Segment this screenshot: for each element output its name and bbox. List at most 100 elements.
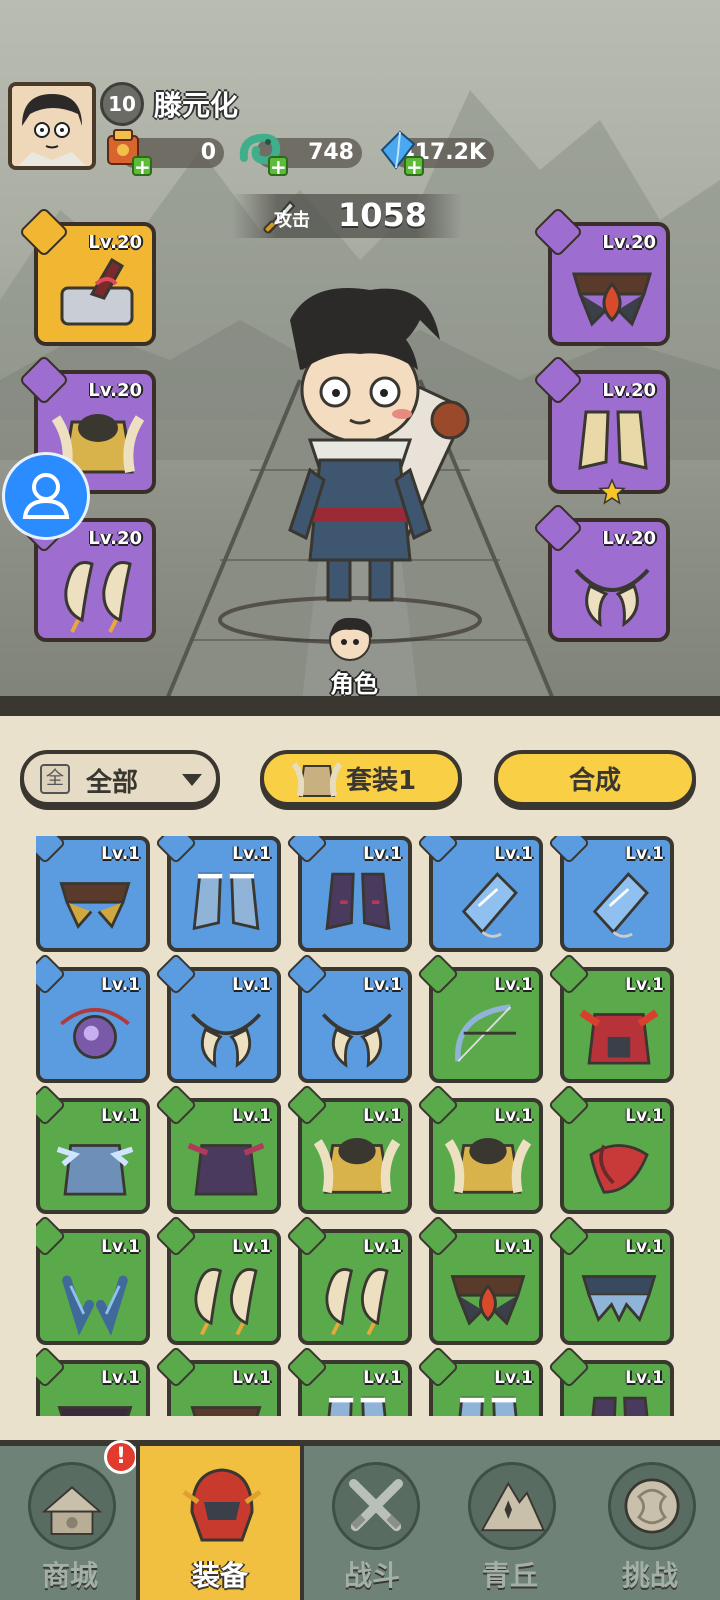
nav-shop[interactable]: ! 商城	[0, 1440, 140, 1600]
inventory-item[interactable]: Lv.1	[36, 1345, 150, 1416]
inventory-item[interactable]: Lv.1	[547, 1345, 674, 1416]
inventory-item[interactable]: Lv.1	[416, 1214, 543, 1345]
equip-slot-belt[interactable]: Lv.20	[532, 206, 670, 346]
inventory-item[interactable]: Lv.1	[154, 1083, 281, 1214]
inventory-grid: Lv.1 Lv.1 Lv.1 Lv.1 Lv.1 Lv.1 Lv.1 Lv.1 Lv.1 Lv.1…	[36, 836, 686, 1416]
inventory-item[interactable]: Lv.1	[547, 952, 674, 1083]
claw-gloves-icon	[325, 1268, 389, 1336]
inventory-item[interactable]: Lv.1	[36, 836, 150, 952]
item-type-icon	[547, 952, 591, 996]
item-type-icon	[285, 1083, 329, 1127]
resource-jade-value: 748	[308, 140, 354, 165]
equip-slot-boots[interactable]: Lv.20	[532, 354, 670, 505]
inventory-item[interactable]: Lv.1	[416, 1083, 543, 1214]
item-level: Lv.1	[625, 1368, 664, 1388]
inventory-item[interactable]: Lv.1	[547, 836, 674, 952]
equip-slot-necklace[interactable]: Lv.20	[532, 502, 670, 642]
inventory-item[interactable]: Lv.1	[154, 952, 281, 1083]
resource-crystal[interactable]: + 417.2K	[380, 130, 494, 177]
add-scrolls-button[interactable]: +	[132, 156, 152, 177]
role-portrait-icon	[329, 617, 373, 661]
item-level: Lv.1	[363, 1237, 402, 1257]
craft-button[interactable]: 合成	[494, 750, 696, 806]
item-type-icon	[285, 952, 329, 996]
item-type-icon	[547, 1214, 591, 1258]
challenge-orb-icon	[608, 1462, 696, 1550]
inventory-item[interactable]: Lv.1	[285, 1214, 412, 1345]
crystal-pendant-icon	[592, 872, 649, 938]
shadow-boots-icon	[591, 1396, 649, 1416]
inventory-item[interactable]: Lv.1	[154, 1214, 281, 1345]
inventory-item[interactable]: Lv.1	[154, 836, 281, 952]
attack-power: 攻击 1058	[232, 194, 462, 238]
inventory-item[interactable]: Lv.1	[547, 1214, 674, 1345]
fang-necklace-icon	[574, 568, 650, 628]
inventory-item[interactable]: Lv.1	[285, 836, 412, 952]
item-type-icon	[416, 1345, 460, 1389]
inventory-item[interactable]: Lv.1	[36, 1214, 150, 1345]
frost-boots-icon	[327, 1396, 387, 1416]
nav-qingqiu[interactable]: 青丘	[440, 1446, 580, 1600]
item-type-icon	[285, 1345, 329, 1389]
equip-level: Lv.20	[88, 380, 142, 401]
armor-set-icon	[292, 762, 342, 797]
scene-divider	[0, 696, 720, 716]
nav-label: 青丘	[481, 1559, 538, 1592]
equip-level: Lv.20	[602, 232, 656, 253]
add-crystal-button[interactable]: +	[404, 156, 424, 177]
bow-icon	[455, 1004, 517, 1062]
frost-belt-icon	[581, 1275, 657, 1323]
inventory-item[interactable]: Lv.1	[416, 1345, 543, 1416]
claw-gloves-icon	[194, 1268, 258, 1336]
craft-button-label: 合成	[568, 765, 621, 796]
inventory-item[interactable]: Lv.1	[285, 952, 412, 1083]
nav-battle[interactable]: 战斗	[304, 1446, 440, 1600]
item-level: Lv.1	[625, 1237, 664, 1257]
item-level: Lv.1	[494, 1368, 533, 1388]
inventory-item[interactable]: Lv.1	[416, 952, 543, 1083]
frost-boots-icon	[458, 1396, 518, 1416]
nav-challenge[interactable]: 挑战	[580, 1446, 720, 1600]
equip-level: Lv.20	[88, 528, 142, 549]
item-level: Lv.1	[101, 975, 140, 995]
inventory-item[interactable]: Lv.1	[36, 1083, 150, 1214]
item-level: Lv.1	[494, 1106, 533, 1126]
set-button-label: 套装1	[345, 765, 417, 796]
equip-slot-weapon[interactable]: Lv.20	[18, 206, 156, 346]
hammer-icon	[60, 257, 134, 326]
fang-necklace-icon	[190, 1013, 262, 1068]
belt-icon	[190, 1406, 262, 1416]
item-type-icon	[154, 1083, 198, 1127]
inventory-item[interactable]: Lv.1	[547, 1083, 674, 1214]
nav-equipment[interactable]: 装备	[136, 1446, 304, 1600]
shop-icon	[28, 1462, 116, 1550]
player-name: 滕元化	[154, 89, 239, 122]
equip-level: Lv.20	[602, 380, 656, 401]
equip-level: Lv.20	[88, 232, 142, 253]
lotus-belt-icon	[571, 272, 653, 327]
filter-dropdown[interactable]: 全 全部	[20, 750, 220, 806]
inventory-item[interactable]: Lv.1	[416, 836, 543, 952]
inventory-item[interactable]: Lv.1	[285, 1083, 412, 1214]
item-level: Lv.1	[232, 1106, 271, 1126]
dark-chestplate-icon	[187, 1142, 265, 1196]
floating-user-button[interactable]	[2, 452, 90, 540]
resource-jade[interactable]: + 748	[239, 133, 362, 177]
item-level: Lv.1	[625, 1106, 664, 1126]
add-jade-button[interactable]: +	[268, 156, 288, 177]
chevron-down-icon	[182, 774, 202, 786]
equipment-set-button[interactable]: 套装1	[260, 750, 462, 806]
inventory-item[interactable]: Lv.1	[285, 1345, 412, 1416]
player-avatar[interactable]	[8, 82, 96, 170]
role-label[interactable]: 角色	[330, 664, 378, 699]
dark-belt-icon	[57, 1406, 133, 1416]
crossed-swords-icon	[332, 1462, 420, 1550]
resource-scrolls[interactable]: + 0	[107, 129, 224, 177]
inventory-item[interactable]: Lv.1	[154, 1345, 281, 1416]
nav-label: 挑战	[621, 1559, 678, 1592]
red-chestplate-icon	[579, 1009, 659, 1065]
nav-label: 装备	[191, 1559, 248, 1592]
inventory-item[interactable]: Lv.1	[36, 952, 150, 1083]
item-level: Lv.1	[101, 1368, 140, 1388]
item-level: Lv.1	[101, 1237, 140, 1257]
